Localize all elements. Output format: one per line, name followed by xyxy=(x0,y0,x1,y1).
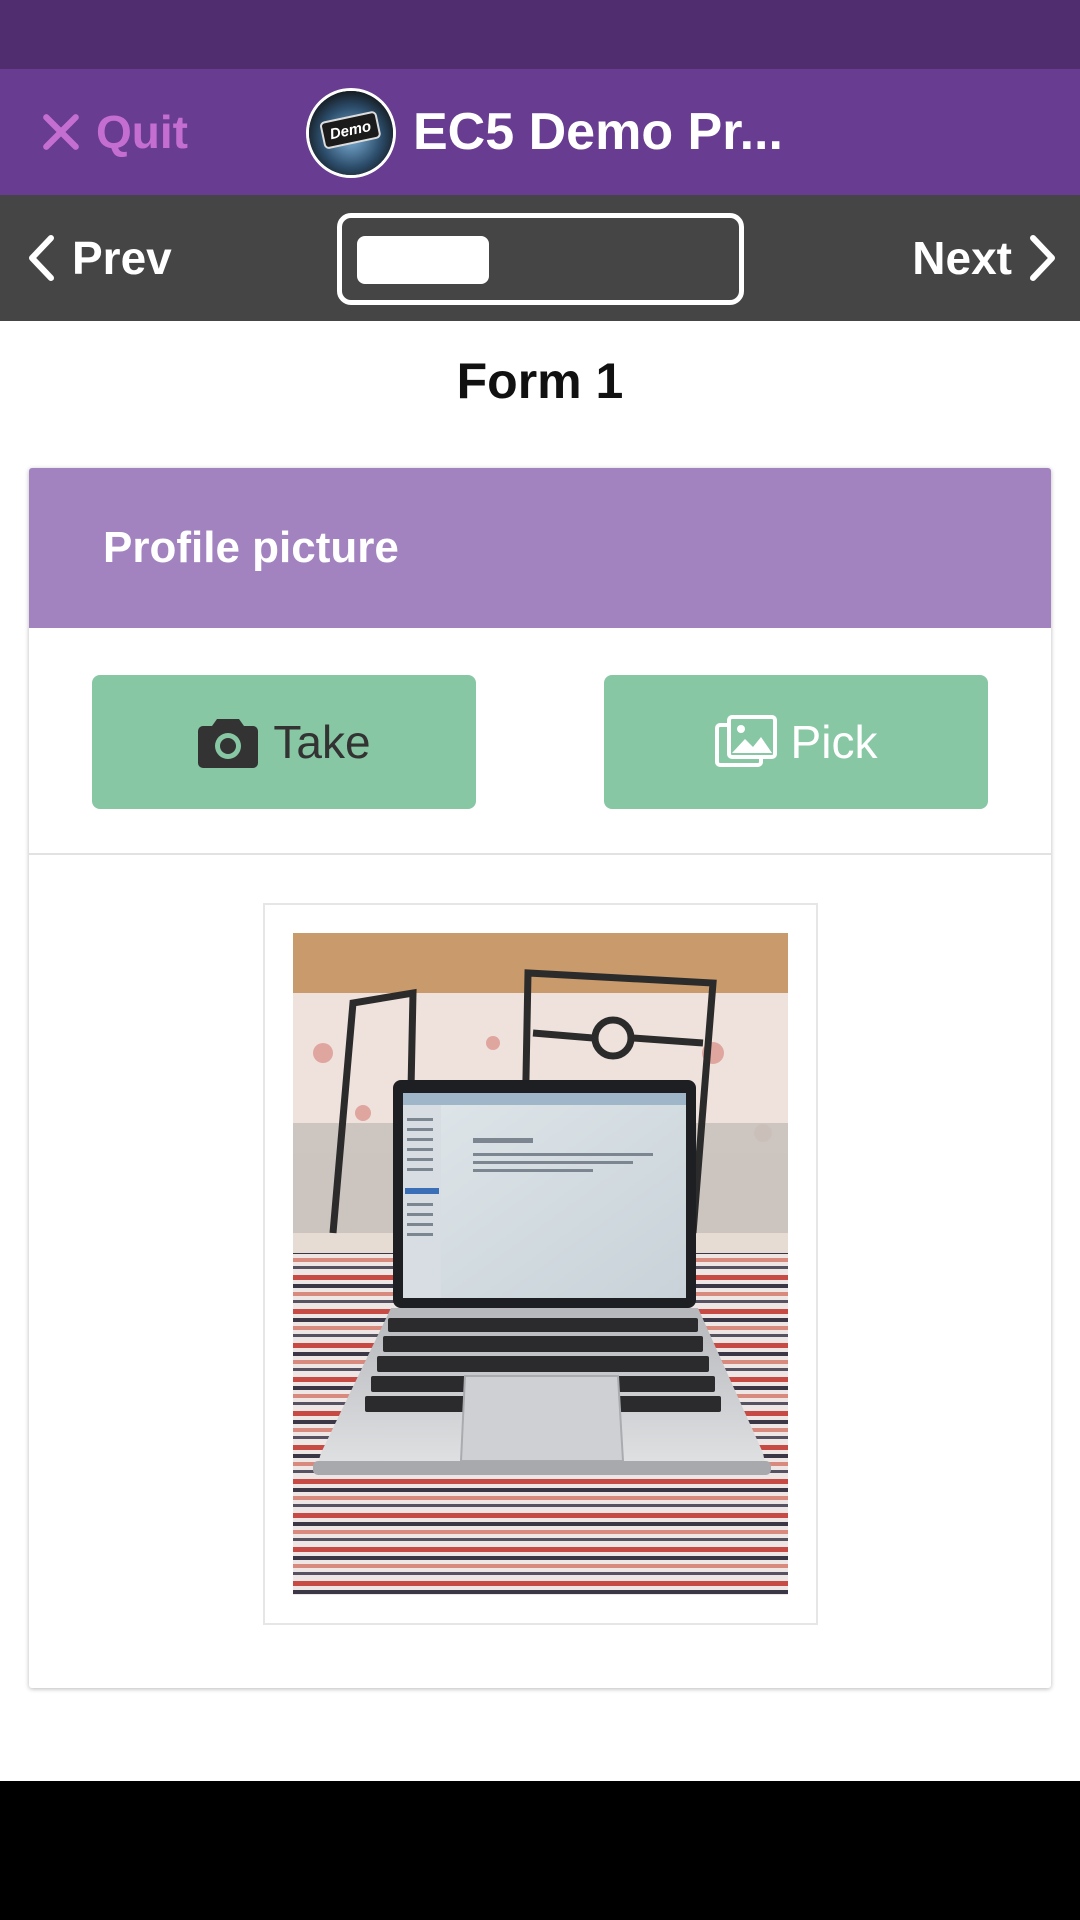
take-photo-button[interactable]: Take xyxy=(92,675,476,809)
next-button[interactable]: Next xyxy=(912,195,1058,321)
app-header: Quit Demo EC5 Demo Pr... xyxy=(0,69,1080,195)
project-logo: Demo xyxy=(306,88,396,178)
divider xyxy=(29,853,1051,855)
pick-photo-button[interactable]: Pick xyxy=(604,675,988,809)
chevron-left-icon xyxy=(29,235,54,281)
question-card: Profile picture Take Pick xyxy=(29,468,1051,1688)
form-title: Form 1 xyxy=(456,353,624,409)
camera-icon xyxy=(198,719,259,768)
next-label: Next xyxy=(912,232,1012,284)
progress-bar xyxy=(337,213,744,305)
navigation-bar: Prev Next xyxy=(0,195,1080,321)
take-label: Take xyxy=(273,716,371,768)
question-header: Profile picture xyxy=(29,468,1051,628)
pick-label: Pick xyxy=(790,716,878,768)
question-title: Profile picture xyxy=(103,523,399,572)
progress-fill xyxy=(357,236,489,284)
prev-button[interactable]: Prev xyxy=(26,195,172,321)
system-navigation-bar xyxy=(0,1781,1080,1920)
quit-label: Quit xyxy=(96,106,188,158)
quit-button[interactable]: Quit xyxy=(40,69,188,195)
photo-preview[interactable] xyxy=(263,903,818,1625)
status-bar xyxy=(0,0,1080,69)
chevron-right-icon xyxy=(1030,235,1055,281)
prev-label: Prev xyxy=(72,232,172,284)
photo-thumbnail xyxy=(293,933,788,1595)
project-title: EC5 Demo Pr... xyxy=(413,103,783,161)
images-icon xyxy=(714,715,777,767)
close-icon xyxy=(43,114,79,150)
